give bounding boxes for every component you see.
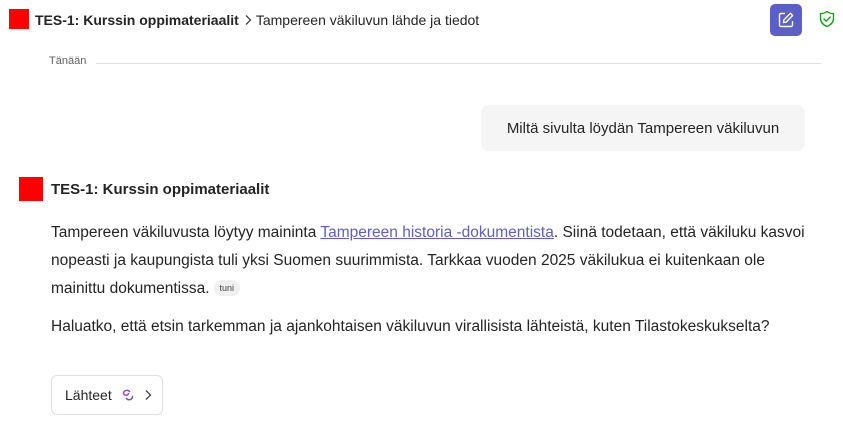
user-message-bubble: Miltä sivulta löydän Tampereen väkiluvun: [481, 105, 805, 151]
breadcrumb-bot-name[interactable]: TES-1: Kurssin oppimateriaalit: [35, 12, 239, 28]
bot-paragraph-2: Haluatko, että etsin tarkemman ja ajanko…: [51, 318, 770, 335]
bot-message-name: TES-1: Kurssin oppimateriaalit: [51, 181, 270, 198]
chevron-right-icon: [244, 14, 252, 26]
bot-paragraph-1: Tampereen väkiluvusta löytyy maininta Ta…: [51, 219, 821, 303]
sources-swirl-icon: [122, 389, 133, 401]
chevron-right-icon: [145, 390, 152, 400]
bot-message-avatar: [19, 177, 43, 201]
compose-icon: [778, 12, 794, 28]
breadcrumb-conversation-title: Tampereen väkiluvun lähde ja tiedot: [255, 12, 480, 28]
bot-paragraph-1-start: Tampereen väkiluvusta löytyy maininta: [51, 224, 321, 241]
top-bar: TES-1: Kurssin oppimateriaalit Tampereen…: [0, 0, 843, 38]
bot-message-body: Tampereen väkiluvusta löytyy maininta Ta…: [51, 219, 821, 341]
date-divider: Tänään: [49, 55, 821, 71]
shield-check-icon[interactable]: [818, 10, 836, 28]
sources-button[interactable]: Lähteet: [51, 375, 163, 415]
bot-avatar: [9, 9, 29, 29]
breadcrumb: TES-1: Kurssin oppimateriaalit Tampereen…: [35, 12, 479, 28]
new-chat-button[interactable]: [770, 4, 802, 36]
document-link[interactable]: Tampereen historia -dokumentista: [320, 224, 553, 241]
citation-chip[interactable]: tuni: [213, 280, 241, 296]
user-message-text: Miltä sivulta löydän Tampereen väkiluvun: [506, 119, 780, 137]
sources-button-label: Lähteet: [65, 387, 112, 403]
divider-line: [96, 63, 821, 64]
date-divider-label: Tänään: [49, 55, 97, 67]
